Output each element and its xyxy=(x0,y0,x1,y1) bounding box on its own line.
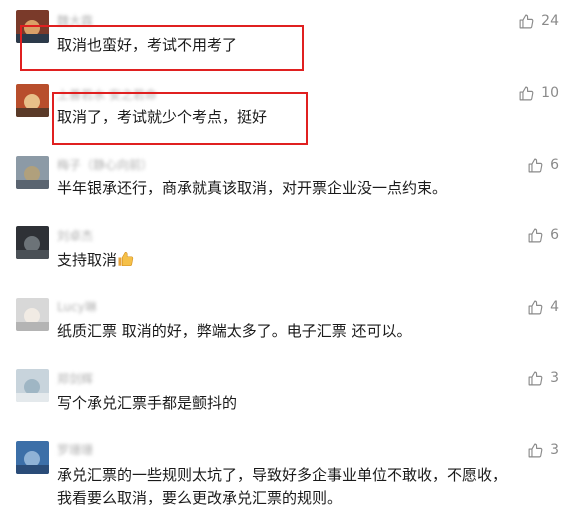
like-count: 6 xyxy=(550,227,559,243)
like-button[interactable]: 24 xyxy=(518,11,559,31)
avatar[interactable] xyxy=(16,84,49,117)
commenter-name[interactable]: 刘卓杰 xyxy=(57,229,93,243)
comment-text: 半年银承还行，商承就真该取消，对开票企业没一点约束。 xyxy=(57,179,448,197)
commenter-name[interactable]: 罗珊珊 xyxy=(57,443,93,457)
avatar[interactable] xyxy=(16,10,49,43)
comment-text: 承兑汇票的一些规则太坑了，导致好多企事业单位不敢收，不愿收， xyxy=(57,466,508,484)
like-button[interactable]: 3 xyxy=(527,368,559,388)
avatar[interactable] xyxy=(16,369,49,402)
comment-text: 支持取消 xyxy=(57,248,135,272)
comment-text: 取消也蛮好，考试不用考了 xyxy=(57,36,238,54)
avatar[interactable] xyxy=(16,226,49,259)
comment-text: 取消了，考试就少个考点，挺好 xyxy=(57,108,268,126)
comment-text-line-2: 我看要么取消，要么更改承兑汇票的规则。 xyxy=(57,489,343,507)
comment-text: 纸质汇票 取消的好，弊端太多了。电子汇票 还可以。 xyxy=(57,322,412,340)
comment-text-content: 支持取消 xyxy=(57,251,118,269)
like-count: 3 xyxy=(550,370,559,386)
thumbs-up-icon xyxy=(527,227,544,244)
thumbs-up-icon xyxy=(527,442,544,459)
like-count: 6 xyxy=(550,157,559,173)
comment-text: 写个承兑汇票手都是颤抖的 xyxy=(57,394,238,412)
like-button[interactable]: 6 xyxy=(527,155,559,175)
avatar[interactable] xyxy=(16,298,49,331)
commenter-name[interactable]: Lucy琳 xyxy=(57,300,97,314)
thumbs-up-icon xyxy=(527,299,544,316)
thumbs-up-icon xyxy=(518,85,535,102)
thumbs-up-icon xyxy=(518,13,535,30)
like-count: 24 xyxy=(541,13,559,29)
thumbs-up-emoji-icon xyxy=(117,250,135,268)
like-count: 3 xyxy=(550,442,559,458)
like-button[interactable]: 4 xyxy=(527,297,559,317)
avatar[interactable] xyxy=(16,441,49,474)
like-count: 4 xyxy=(550,299,559,315)
avatar[interactable] xyxy=(16,156,49,189)
like-button[interactable]: 3 xyxy=(527,440,559,460)
commenter-name[interactable]: 上善若水 安之若命 xyxy=(57,88,157,102)
commenter-name[interactable]: 魏大霖 xyxy=(57,14,93,28)
like-button[interactable]: 6 xyxy=(527,225,559,245)
like-button[interactable]: 10 xyxy=(518,83,559,103)
thumbs-up-icon xyxy=(527,157,544,174)
thumbs-up-icon xyxy=(527,370,544,387)
commenter-name[interactable]: 梅子（静心向前） xyxy=(57,158,153,172)
commenter-name[interactable]: 郑剑辉 xyxy=(57,372,93,386)
like-count: 10 xyxy=(541,85,559,101)
